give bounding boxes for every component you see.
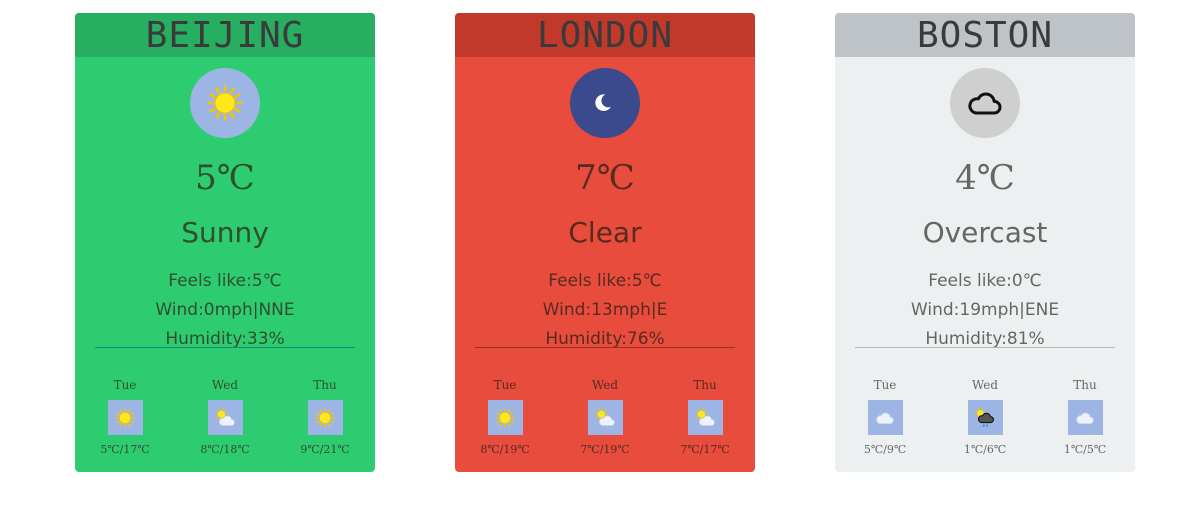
forecast-day: Thu 1℃/5℃ [1055,377,1115,456]
forecast-day-name: Thu [1073,378,1097,392]
forecast-day-name: Wed [971,378,999,392]
forecast-range: 1℃/5℃ [1063,443,1107,456]
weather-card-boston: BOSTON 4℃ Overcast Feels like:0℃ Wind:19… [835,13,1135,472]
forecast-day-name: Wed [211,378,239,392]
forecast-day-name: Tue [873,378,897,392]
city-name: BEIJING [75,13,375,57]
weather-card-beijing: BEIJING 5℃ Sunny Feels like:5℃ Wind:0mph… [75,13,375,472]
cloud-icon [868,400,903,435]
divider [855,347,1115,348]
forecast-icon [587,400,623,435]
cloud-icon [1068,400,1103,435]
forecast-range: 7℃/17℃ [680,443,730,456]
forecast-day-name: Thu [313,378,337,392]
current-weather-icon [950,68,1020,138]
forecast-icon [107,400,143,435]
forecast-day: Wed 8℃/18℃ [195,377,255,456]
forecast-icon [307,400,343,435]
forecast-range: 5℃/17℃ [100,443,150,456]
forecast-day: Tue 5℃/17℃ [95,377,155,456]
forecast-range: 8℃/19℃ [480,443,530,456]
wind: Wind:0mph|NNE [155,300,295,320]
forecast-range: 5℃/9℃ [863,443,907,456]
current-temperature: 4℃ [955,158,1015,198]
forecast-range: 1℃/6℃ [963,443,1007,456]
forecast-icon [207,400,243,435]
forecast-icon [687,400,723,435]
forecast-day-name: Tue [113,378,137,392]
weather-condition: Sunny [181,216,269,249]
current-weather-icon [190,68,260,138]
sun-icon [108,400,143,435]
forecast-range: 9℃/21℃ [300,443,350,456]
humidity: Humidity:81% [925,329,1045,349]
feels-like: Feels like:5℃ [548,271,662,291]
cloud-icon [950,68,1020,138]
partly-cloudy-icon [588,400,623,435]
partly-cloudy-icon [208,400,243,435]
forecast-day: Thu 9℃/21℃ [295,377,355,456]
wind: Wind:13mph|E [542,300,668,320]
forecast-range: 8℃/18℃ [200,443,250,456]
forecast-icon [1067,400,1103,435]
wind: Wind:19mph|ENE [910,300,1060,320]
feels-like: Feels like:5℃ [168,271,282,291]
forecast-day: Wed 7℃/19℃ [575,377,635,456]
forecast-day: Tue 5℃/9℃ [855,377,915,456]
divider [475,347,735,348]
forecast-icon [967,400,1003,435]
city-name: LONDON [455,13,755,57]
forecast-day: Wed 1℃/6℃ [955,377,1015,456]
weather-condition: Overcast [922,216,1048,249]
forecast-day-name: Thu [693,378,717,392]
humidity: Humidity:33% [165,329,285,349]
sun-icon [308,400,343,435]
feels-like: Feels like:0℃ [928,271,1042,291]
rain-cloud-icon [968,400,1003,435]
forecast-icon [487,400,523,435]
forecast-range: 7℃/19℃ [580,443,630,456]
weather-condition: Clear [568,216,642,249]
current-temperature: 7℃ [575,158,635,198]
forecast-day-name: Wed [591,378,619,392]
current-temperature: 5℃ [195,158,255,198]
partly-cloudy-icon [688,400,723,435]
current-weather-icon [570,68,640,138]
city-name: BOSTON [835,13,1135,57]
sun-icon [190,68,260,138]
divider [95,347,355,348]
moon-icon [570,68,640,138]
weather-card-london: LONDON 7℃ Clear Feels like:5℃ Wind:13mph… [455,13,755,472]
forecast-icon [867,400,903,435]
forecast-day: Tue 8℃/19℃ [475,377,535,456]
sun-icon [488,400,523,435]
forecast-day-name: Tue [493,378,517,392]
humidity: Humidity:76% [545,329,665,349]
forecast-day: Thu 7℃/17℃ [675,377,735,456]
